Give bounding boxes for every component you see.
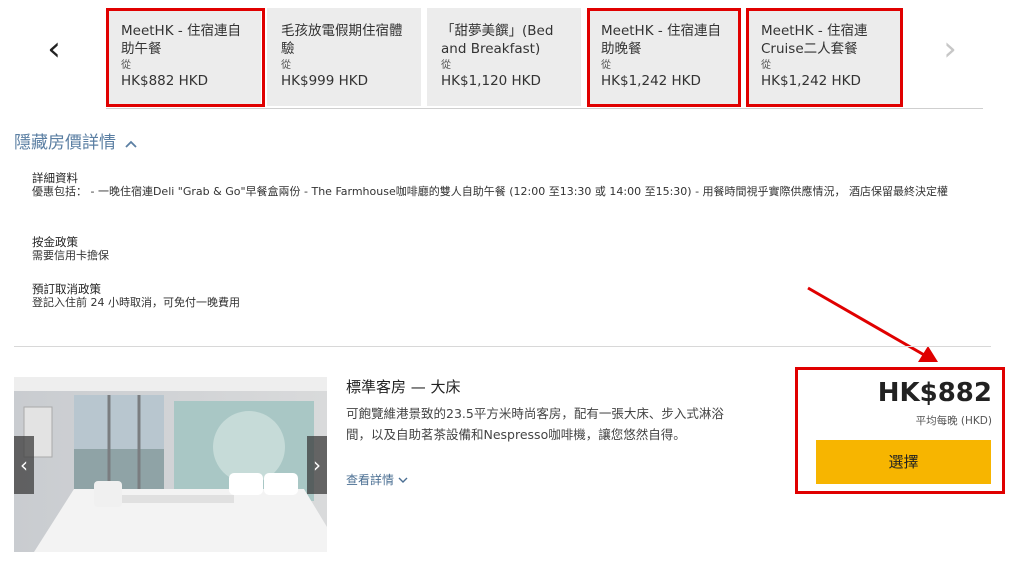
view-details-label: 查看詳情	[346, 473, 395, 487]
room-title: 標準客房 — 大床	[346, 378, 461, 396]
carousel-prev-button[interactable]: ‹	[38, 32, 70, 72]
rate-card-title: 毛孩放電假期住宿體驗	[281, 23, 403, 57]
view-details-link[interactable]: 查看詳情	[346, 471, 408, 488]
rate-card-title: 「甜夢美饌」(Bed and Breakfast)	[441, 23, 554, 57]
select-room-button[interactable]: 選擇	[816, 440, 991, 484]
image-prev-button[interactable]: ‹	[14, 436, 34, 494]
carousel-next-button[interactable]: ›	[934, 32, 966, 72]
room-price: HK$882	[877, 378, 992, 408]
divider	[14, 346, 991, 347]
rate-card-price: HK$999 HKD	[281, 73, 369, 89]
room-photo	[14, 377, 327, 552]
rate-card-buffet-dinner[interactable]: MeetHK - 住宿連自助晚餐 從 HK$1,242 HKD	[587, 8, 741, 106]
rate-card-bed-breakfast[interactable]: 「甜夢美饌」(Bed and Breakfast) 從 HK$1,120 HKD	[427, 8, 581, 106]
rate-card-price: HK$1,242 HKD	[601, 73, 701, 89]
toggle-label: 隱藏房價詳情	[14, 133, 116, 153]
rate-card-from: 從	[601, 60, 611, 71]
image-next-button[interactable]: ›	[307, 436, 327, 494]
divider	[106, 108, 983, 109]
chevron-up-icon	[125, 136, 138, 152]
rate-card-buffet-lunch[interactable]: MeetHK - 住宿連自助午餐 從 HK$882 HKD	[107, 8, 261, 106]
chevron-down-icon	[398, 473, 408, 487]
rate-card-cruise[interactable]: MeetHK - 住宿連Cruise二人套餐 從 HK$1,242 HKD	[747, 8, 901, 106]
rate-card-title: MeetHK - 住宿連Cruise二人套餐	[761, 23, 868, 57]
rate-card-price: HK$1,120 HKD	[441, 73, 541, 89]
cancel-policy-text: 登記入住前 24 小時取消，可免付一晚費用	[32, 296, 240, 309]
rate-card-from: 從	[121, 60, 131, 71]
hide-rate-details-toggle[interactable]: 隱藏房價詳情	[14, 128, 138, 153]
details-text: 優惠包括： - 一晚住宿連Deli "Grab & Go"早餐盒兩份 - The…	[32, 185, 949, 198]
rate-card-price: HK$882 HKD	[121, 73, 209, 89]
annotation-arrow-icon	[807, 286, 938, 362]
rate-card-from: 從	[761, 60, 771, 71]
rate-card-title: MeetHK - 住宿連自助晚餐	[601, 23, 722, 57]
rate-card-from: 從	[281, 60, 291, 71]
rate-card-title: MeetHK - 住宿連自助午餐	[121, 23, 242, 57]
rate-card-pet[interactable]: 毛孩放電假期住宿體驗 從 HK$999 HKD	[267, 8, 421, 106]
deposit-text: 需要信用卡擔保	[32, 249, 109, 262]
rate-card-price: HK$1,242 HKD	[761, 73, 861, 89]
rate-card-from: 從	[441, 60, 451, 71]
room-description: 可飽覽維港景致的23.5平方米時尚客房，配有一張大床、步入式淋浴間，以及自助茗茶…	[346, 406, 724, 442]
per-night-label: 平均每晚 (HKD)	[915, 415, 992, 427]
